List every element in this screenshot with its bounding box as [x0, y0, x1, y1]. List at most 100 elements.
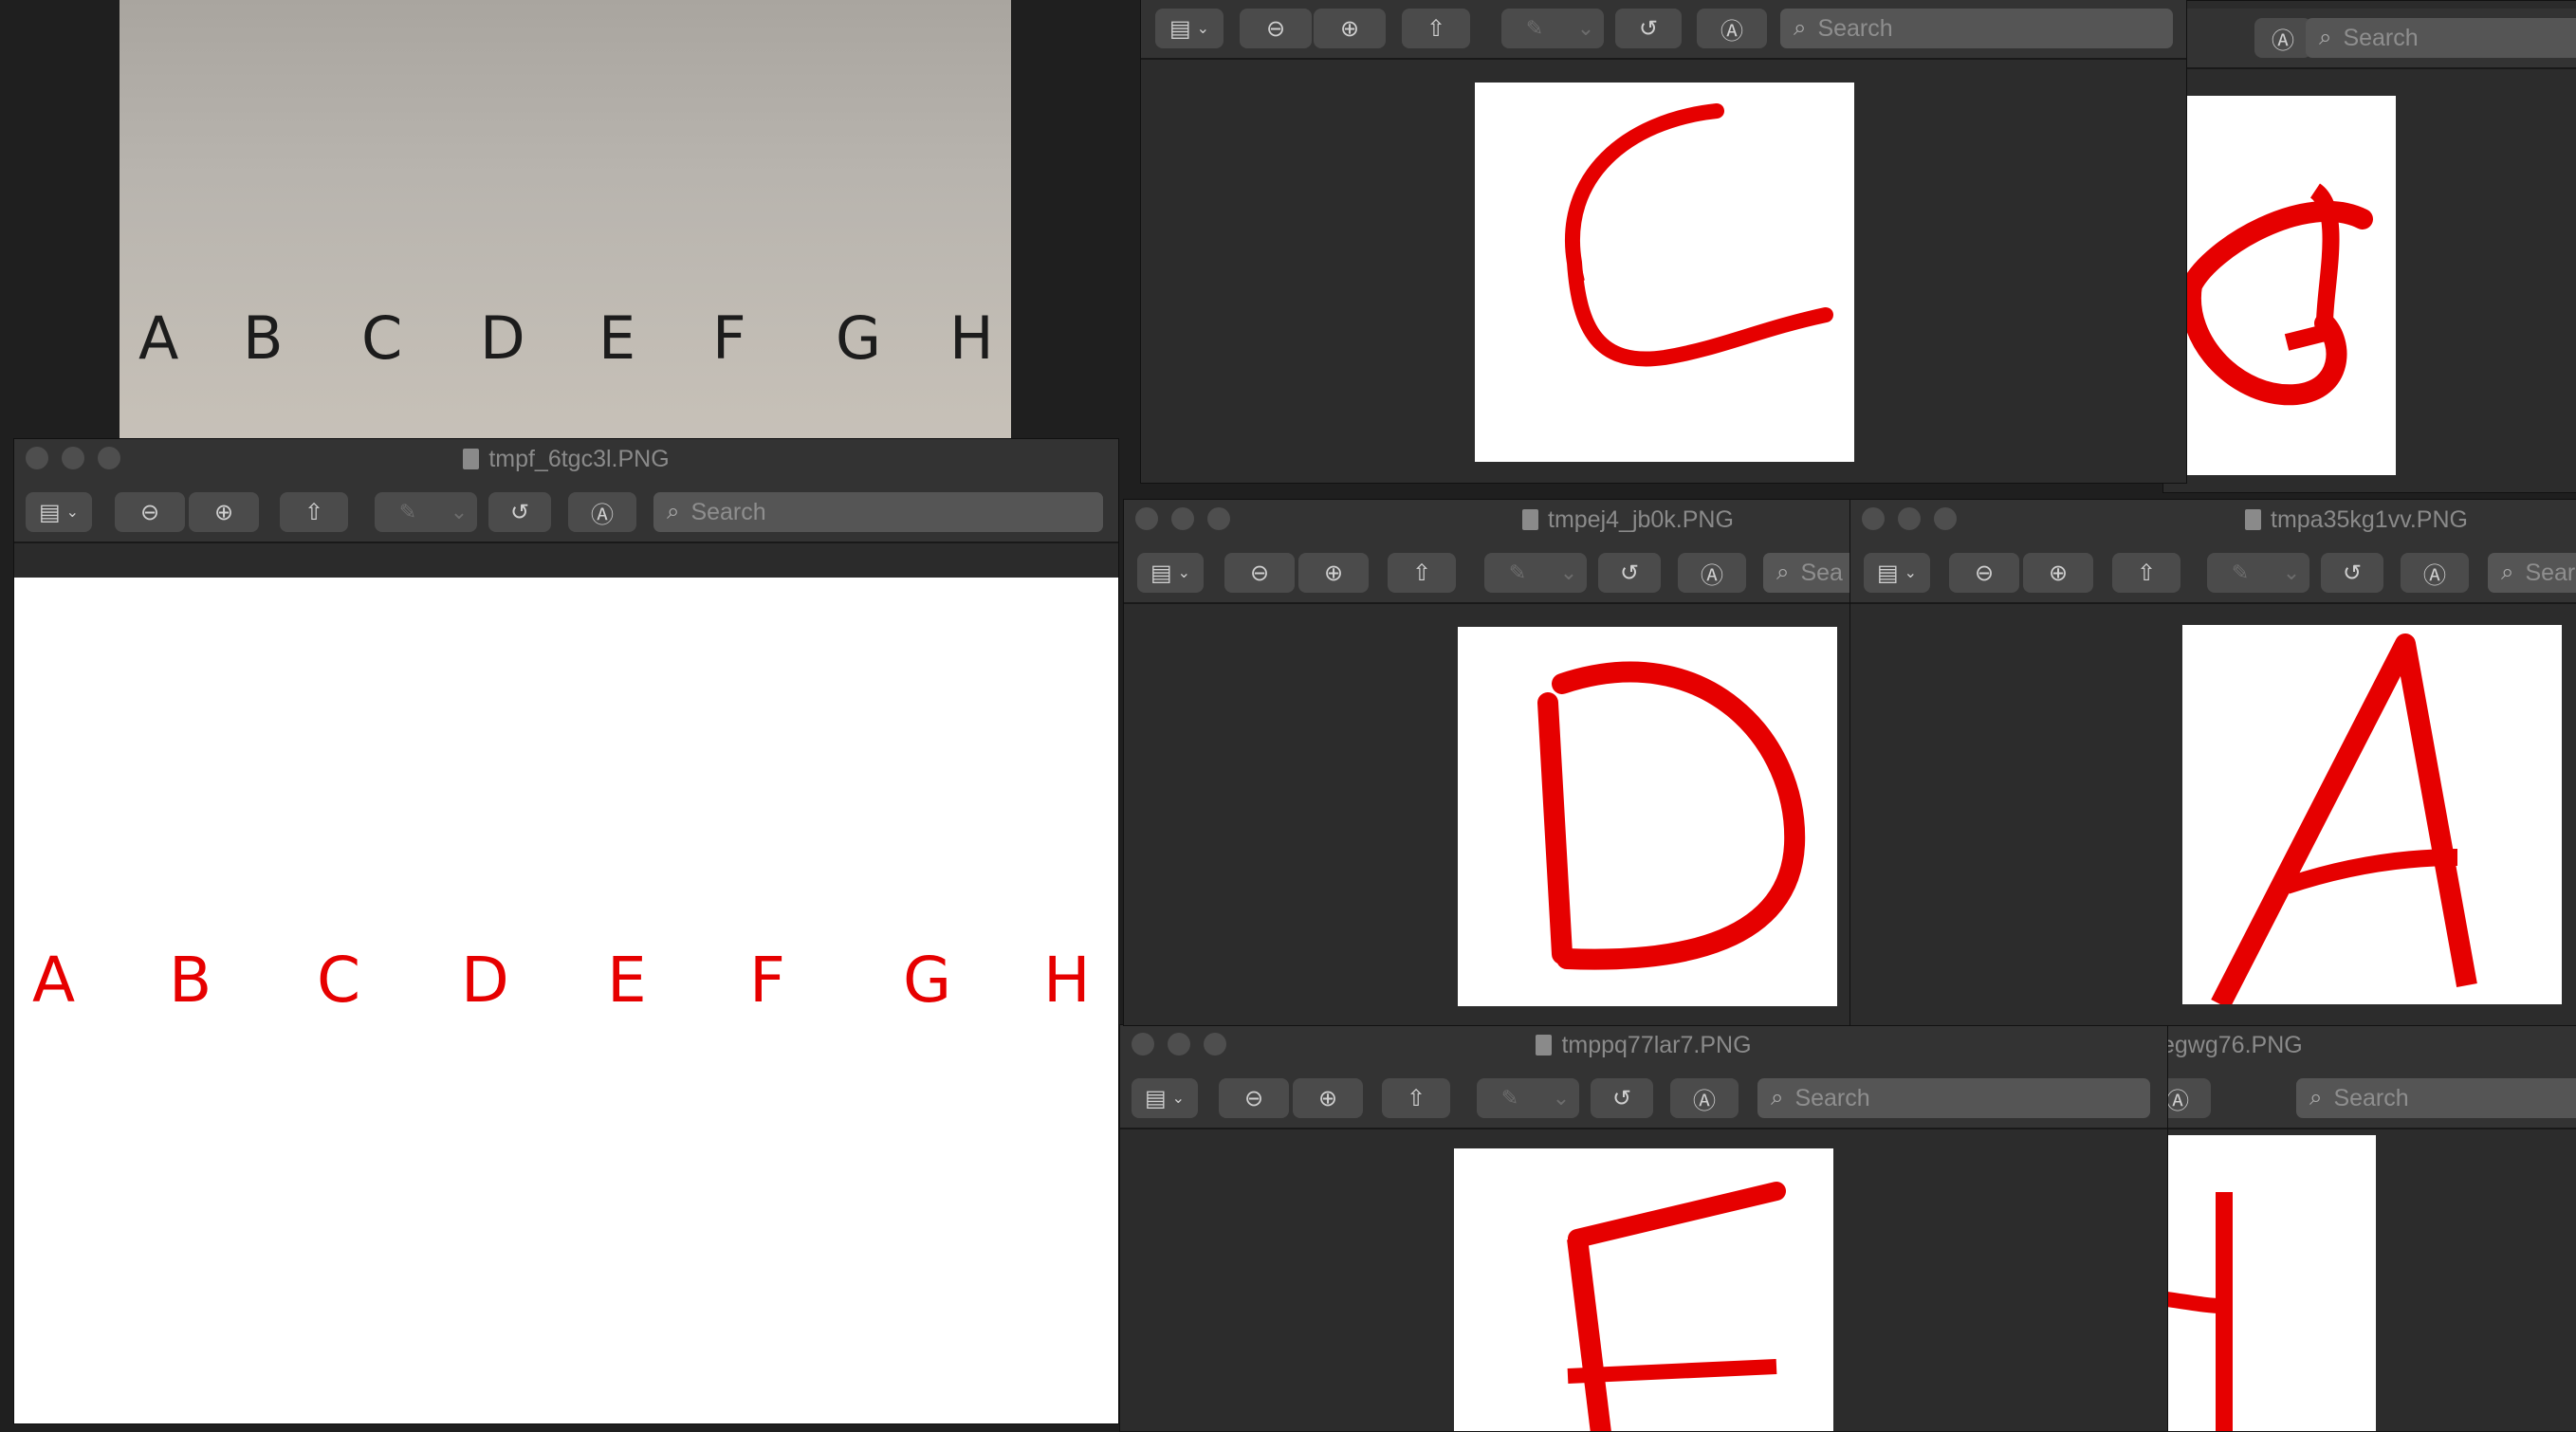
markup-button[interactable]: ✎ ⌄: [1484, 553, 1587, 593]
search-field[interactable]: ⌕ Search: [2296, 1078, 2576, 1118]
search-placeholder: Sear: [2525, 559, 2576, 586]
sidebar-button[interactable]: ▤ ⌄: [1864, 553, 1930, 593]
title-bar: egwg76.PNG: [2116, 1025, 2576, 1069]
image-canvas: [1850, 604, 2576, 1025]
share-icon: ⇧: [1426, 15, 1446, 42]
markup-button[interactable]: ✎ ⌄: [375, 492, 477, 532]
annotate-button[interactable]: Ⓐ: [1670, 1078, 1739, 1118]
chevron-down-icon: ⌄: [1576, 16, 1595, 40]
annotate-icon: Ⓐ: [591, 502, 614, 528]
rotate-button[interactable]: ↺: [488, 492, 551, 532]
sidebar-button[interactable]: ▤ ⌄: [26, 492, 92, 532]
sidebar-button[interactable]: ▤ ⌄: [1155, 9, 1224, 48]
markup-icon: ✎: [1500, 1086, 1519, 1110]
minimize-icon[interactable]: [1898, 507, 1921, 530]
search-placeholder: Search: [1794, 1084, 1870, 1111]
rotate-button[interactable]: ↺: [1591, 1078, 1653, 1118]
photo-letter: E: [598, 303, 636, 373]
window-title-text: egwg76.PNG: [2162, 1032, 2303, 1058]
markup-button[interactable]: ✎ ⌄: [1501, 9, 1604, 48]
rotate-icon: ↺: [1638, 15, 1659, 42]
search-icon: ⌕: [1794, 15, 1807, 41]
search-field[interactable]: ⌕ Search: [1780, 9, 2173, 48]
zoom-out-button[interactable]: ⊖: [1224, 553, 1295, 593]
zoom-out-icon: ⊖: [139, 499, 160, 525]
letter-e-drawing: [1567, 1182, 1786, 1431]
preview-window-d[interactable]: tmpej4_jb0k.PNG ▤ ⌄ ⊖ ⊕ ⇧ ✎ ⌄ ↺ Ⓐ ⌕ Sea: [1123, 499, 1872, 1026]
letter-image-e: [1454, 1148, 1833, 1431]
rotate-icon: ↺: [1619, 560, 1640, 586]
photo-letter: C: [361, 303, 403, 373]
chevron-down-icon: ⌄: [65, 505, 80, 521]
photo-letter: B: [243, 303, 284, 373]
sidebar-icon: ▤: [1150, 560, 1172, 586]
annotate-icon: Ⓐ: [1701, 562, 1723, 589]
zoom-window-icon[interactable]: [1934, 507, 1957, 530]
letter-d-drawing: [1537, 661, 1806, 970]
window-title-text: tmpf_6tgc3l.PNG: [488, 446, 670, 472]
sidebar-icon: ▤: [1168, 15, 1191, 42]
image-canvas: [1124, 604, 1871, 1025]
zoom-in-button[interactable]: ⊕: [189, 492, 259, 532]
close-icon[interactable]: [1862, 507, 1885, 530]
share-button[interactable]: ⇧: [1382, 1078, 1450, 1118]
red-letter: B: [169, 944, 212, 1017]
letter-image-d: [1458, 627, 1837, 1006]
preview-window-e[interactable]: tmppq77lar7.PNG ▤ ⌄ ⊖ ⊕ ⇧ ✎ ⌄ ↺ Ⓐ ⌕ Search: [1119, 1024, 2168, 1432]
preview-window-c[interactable]: ▤ ⌄ ⊖ ⊕ ⇧ ✎ ⌄ ↺ Ⓐ ⌕ Search: [1140, 0, 2187, 484]
minimize-icon[interactable]: [1171, 507, 1194, 530]
markup-button[interactable]: ✎ ⌄: [1477, 1078, 1579, 1118]
search-field[interactable]: ⌕ Sear: [2488, 553, 2576, 593]
title-bar: tmppq77lar7.PNG: [1120, 1025, 2167, 1069]
zoom-out-button[interactable]: ⊖: [1240, 9, 1312, 48]
annotate-button[interactable]: Ⓐ: [2254, 18, 2311, 58]
document-icon: [463, 449, 480, 469]
annotate-button[interactable]: Ⓐ: [1678, 553, 1746, 593]
zoom-in-button[interactable]: ⊕: [1293, 1078, 1363, 1118]
search-field[interactable]: ⌕ Search: [2306, 18, 2576, 58]
search-field[interactable]: ⌕ Search: [653, 492, 1103, 532]
preview-window-main[interactable]: tmpf_6tgc3l.PNG ▤ ⌄ ⊖ ⊕ ⇧ ✎ ⌄ ↺ Ⓐ ⌕ Search: [13, 438, 1119, 1424]
toolbar: ▤ ⌄ ⊖ ⊕ ⇧ ✎ ⌄ ↺ Ⓐ ⌕ Sear: [1850, 543, 2576, 604]
share-button[interactable]: ⇧: [1388, 553, 1456, 593]
sidebar-button[interactable]: ▤ ⌄: [1137, 553, 1204, 593]
window-title: tmpej4_jb0k.PNG: [1522, 506, 1734, 534]
zoom-out-button[interactable]: ⊖: [1949, 553, 2019, 593]
annotate-button[interactable]: Ⓐ: [1697, 9, 1767, 48]
letter-image-c: [1475, 83, 1854, 462]
photo-letter: F: [712, 303, 746, 373]
zoom-in-icon: ⊕: [1323, 560, 1344, 586]
sidebar-button[interactable]: ▤ ⌄: [1132, 1078, 1198, 1118]
preview-window-g[interactable]: Ⓐ ⌕ Search: [2162, 0, 2576, 493]
document-icon: [2245, 509, 2261, 530]
zoom-out-button[interactable]: ⊖: [1219, 1078, 1289, 1118]
zoom-out-button[interactable]: ⊖: [115, 492, 185, 532]
markup-button[interactable]: ✎ ⌄: [2207, 553, 2309, 593]
chevron-down-icon: ⌄: [1559, 560, 1578, 584]
annotate-button[interactable]: Ⓐ: [568, 492, 636, 532]
zoom-in-button[interactable]: ⊕: [1314, 9, 1386, 48]
rotate-button[interactable]: ↺: [1598, 553, 1661, 593]
sidebar-icon: ▤: [38, 499, 61, 525]
zoom-in-button[interactable]: ⊕: [2023, 553, 2093, 593]
close-icon[interactable]: [1135, 507, 1158, 530]
zoom-out-icon: ⊖: [1265, 15, 1286, 42]
zoom-in-button[interactable]: ⊕: [1298, 553, 1369, 593]
share-button[interactable]: ⇧: [2112, 553, 2180, 593]
window-title-text: tmpej4_jb0k.PNG: [1548, 506, 1734, 533]
preview-window-h[interactable]: egwg76.PNG Ⓐ ⌕ Search: [2115, 1024, 2576, 1432]
rotate-button[interactable]: ↺: [1615, 9, 1682, 48]
zoom-window-icon[interactable]: [1207, 507, 1230, 530]
search-field[interactable]: ⌕ Search: [1757, 1078, 2150, 1118]
share-button[interactable]: ⇧: [280, 492, 348, 532]
search-icon: ⌕: [667, 499, 680, 524]
title-bar: tmpej4_jb0k.PNG: [1124, 500, 1871, 543]
share-button[interactable]: ⇧: [1402, 9, 1470, 48]
annotate-button[interactable]: Ⓐ: [2401, 553, 2469, 593]
rotate-button[interactable]: ↺: [2321, 553, 2383, 593]
photo-letter: A: [138, 303, 179, 373]
red-letter: F: [749, 944, 785, 1017]
share-icon: ⇧: [2136, 560, 2157, 586]
document-icon: [1522, 509, 1538, 530]
preview-window-a[interactable]: tmpa35kg1vv.PNG ▤ ⌄ ⊖ ⊕ ⇧ ✎ ⌄ ↺ Ⓐ ⌕ Sear: [1849, 499, 2576, 1026]
